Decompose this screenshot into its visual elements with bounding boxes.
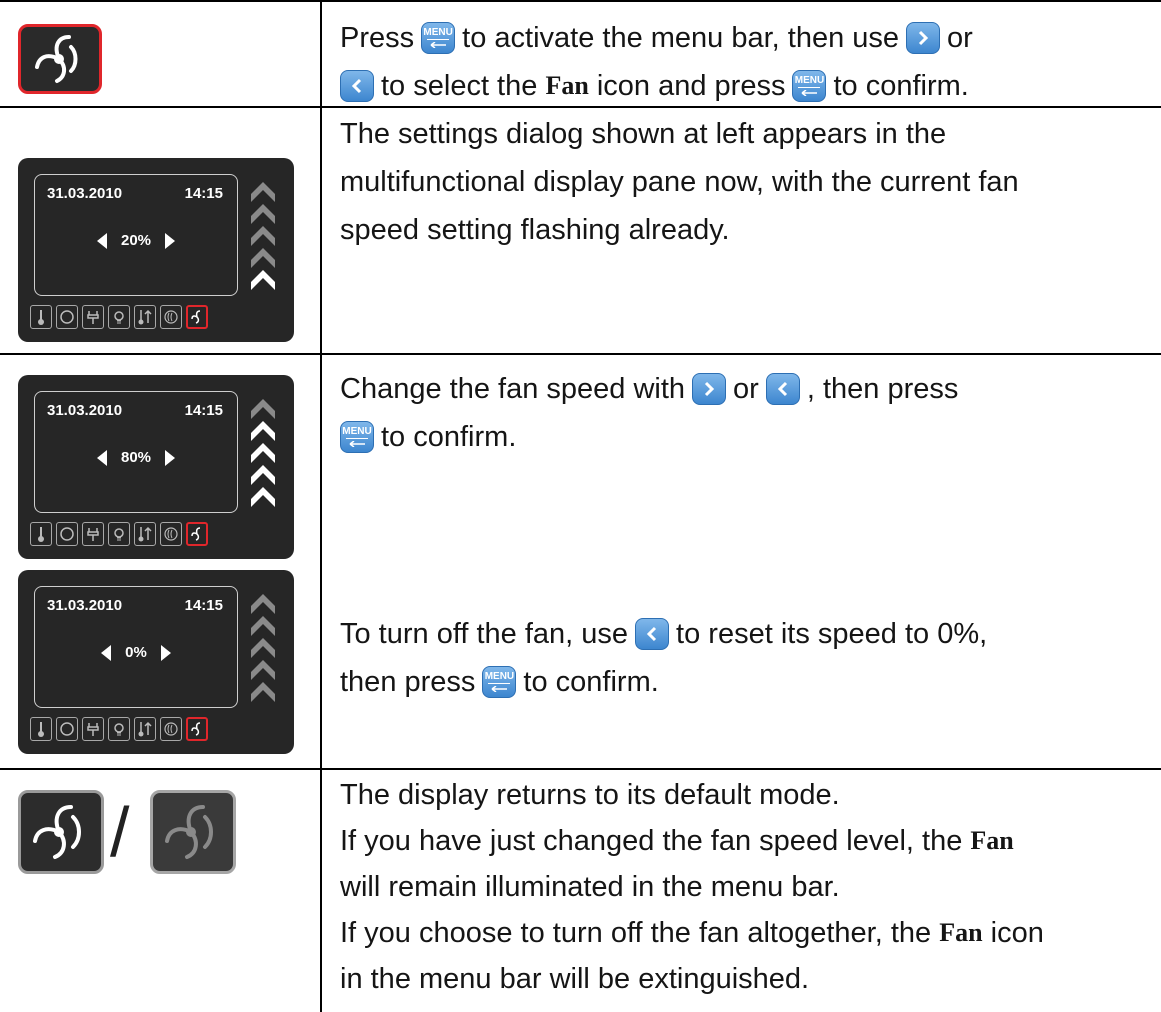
fan-icon-active xyxy=(186,305,208,329)
circulation-icon xyxy=(56,522,78,546)
plug-icon xyxy=(82,522,104,546)
display-device-80: 31.03.2010 14:15 80% xyxy=(18,375,294,559)
text-change-speed: Change the fan speed with xyxy=(340,373,686,405)
heater-icon xyxy=(160,717,182,741)
fan-speed-value: 80% xyxy=(120,449,152,466)
menu-key-icon: MENU xyxy=(340,421,374,453)
menu-key-icon: MENU xyxy=(482,666,517,698)
display-time: 14:15 xyxy=(184,402,223,419)
row-divider-3 xyxy=(0,768,1161,770)
text-confirm: to confirm. xyxy=(523,666,659,698)
fan-icon-extinguished xyxy=(150,790,236,874)
decrease-arrow-icon xyxy=(101,644,112,661)
text-then-press: then press xyxy=(340,666,476,698)
decrease-arrow-icon xyxy=(96,232,107,249)
display-device-0: 31.03.2010 14:15 0% xyxy=(18,570,294,754)
row4-line-3: will remain illuminated in the menu bar. xyxy=(340,871,840,903)
row3-text-b: To turn off the fan, use to reset its sp… xyxy=(340,610,987,706)
text-turn-off: To turn off the fan, use xyxy=(340,618,629,650)
menu-key-icon: MENU xyxy=(421,22,456,54)
display-date: 31.03.2010 xyxy=(47,185,123,202)
fan-label: Fan xyxy=(545,71,589,100)
circulation-icon xyxy=(56,305,78,329)
fan-menu-icon-selected xyxy=(18,24,102,94)
decrease-arrow-icon xyxy=(96,449,107,466)
menu-icon-bar xyxy=(30,305,208,329)
row4-line-2: If you have just changed the fan speed l… xyxy=(340,825,963,857)
fan-label: Fan xyxy=(970,826,1014,855)
plug-icon xyxy=(82,717,104,741)
left-arrow-key-icon xyxy=(340,70,374,102)
speed-level-chevrons xyxy=(251,594,275,702)
plug-icon xyxy=(82,305,104,329)
thermometer-icon xyxy=(30,522,52,546)
temperature-up-icon xyxy=(134,305,156,329)
right-arrow-key-icon xyxy=(906,22,941,54)
fan-label: Fan xyxy=(939,918,983,947)
column-divider xyxy=(320,0,322,1012)
row2-text: The settings dialog shown at left appear… xyxy=(340,110,1019,254)
display-screen: 31.03.2010 14:15 0% xyxy=(34,586,238,708)
row4-text: The display returns to its default mode.… xyxy=(340,772,1044,1002)
increase-arrow-icon xyxy=(165,232,176,249)
fan-icon xyxy=(35,35,78,83)
text-icon: icon xyxy=(990,917,1044,949)
row2-line-1: The settings dialog shown at left appear… xyxy=(340,118,947,150)
row4-line-5: in the menu bar will be extinguished. xyxy=(340,963,810,995)
display-date: 31.03.2010 xyxy=(47,597,123,614)
table-top-border xyxy=(0,0,1161,2)
fan-speed-value: 20% xyxy=(120,232,152,249)
text-select: to select the xyxy=(381,70,538,102)
row1-text: Press MENU to activate the menu bar, the… xyxy=(340,14,973,110)
fan-icon-illuminated xyxy=(18,790,104,874)
text-press: Press xyxy=(340,22,415,54)
display-screen: 31.03.2010 14:15 80% xyxy=(34,391,238,513)
text-confirm: to confirm. xyxy=(833,70,969,102)
row4-line-1: The display returns to its default mode. xyxy=(340,779,840,811)
light-bulb-icon xyxy=(108,717,130,741)
left-arrow-key-icon xyxy=(635,618,670,650)
text-icon-press: icon and press xyxy=(596,70,786,102)
fan-icon-active xyxy=(186,522,208,546)
display-device-20: 31.03.2010 14:15 20% xyxy=(18,158,294,342)
thermometer-icon xyxy=(30,717,52,741)
increase-arrow-icon xyxy=(160,644,171,661)
heater-icon xyxy=(160,522,182,546)
light-bulb-icon xyxy=(108,522,130,546)
fan-icon xyxy=(33,805,81,859)
row2-line-2: multifunctional display pane now, with t… xyxy=(340,166,1019,198)
menu-icon-bar xyxy=(30,522,208,546)
text-confirm: to confirm. xyxy=(381,421,517,453)
display-time: 14:15 xyxy=(184,185,223,202)
fan-icon-active xyxy=(186,717,208,741)
display-screen: 31.03.2010 14:15 20% xyxy=(34,174,238,296)
left-arrow-key-icon xyxy=(765,373,800,405)
text-activate: to activate the menu bar, then use xyxy=(462,22,900,54)
thermometer-icon xyxy=(30,305,52,329)
temperature-up-icon xyxy=(134,522,156,546)
text-or: or xyxy=(733,373,759,405)
menu-key-icon: MENU xyxy=(792,70,827,102)
row4-line-4: If you choose to turn off the fan altoge… xyxy=(340,917,932,949)
slash-separator: / xyxy=(110,793,130,871)
right-arrow-key-icon xyxy=(692,373,727,405)
fan-icon xyxy=(165,805,213,859)
text-or: or xyxy=(947,22,973,54)
circulation-icon xyxy=(56,717,78,741)
speed-level-chevrons xyxy=(251,182,275,290)
fan-speed-value: 0% xyxy=(125,644,147,661)
speed-level-chevrons xyxy=(251,399,275,507)
menu-icon-bar xyxy=(30,717,208,741)
text-then-press: , then press xyxy=(806,373,959,405)
temperature-up-icon xyxy=(134,717,156,741)
row2-line-3: speed setting flashing already. xyxy=(340,214,730,246)
text-reset-speed: to reset its speed to 0%, xyxy=(676,618,988,650)
increase-arrow-icon xyxy=(165,449,176,466)
light-bulb-icon xyxy=(108,305,130,329)
row3-text-a: Change the fan speed with or , then pres… xyxy=(340,365,958,461)
row-divider-2 xyxy=(0,353,1161,355)
heater-icon xyxy=(160,305,182,329)
display-date: 31.03.2010 xyxy=(47,402,123,419)
display-time: 14:15 xyxy=(184,597,223,614)
